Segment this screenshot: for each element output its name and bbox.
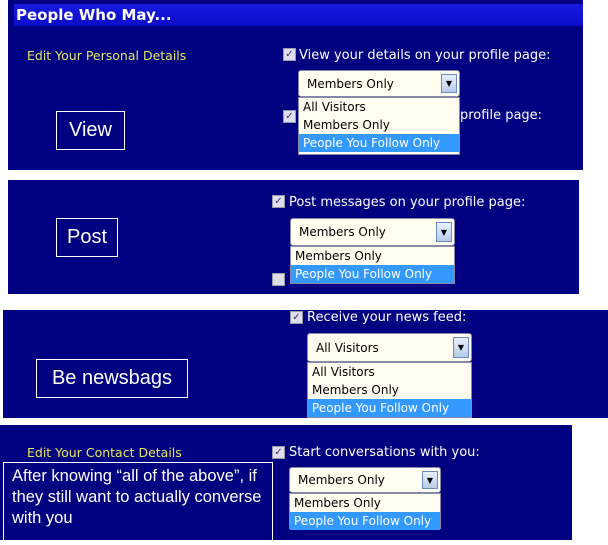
news-feed-checkbox[interactable]: ✓	[290, 311, 303, 324]
panel-post: ✓ Post messages on your profile page: Me…	[8, 180, 579, 294]
panel-view: People Who May... Edit Your Personal Det…	[8, 0, 583, 170]
option-members-only[interactable]: Members Only	[299, 116, 459, 134]
chevron-down-icon[interactable]: ▼	[422, 471, 438, 489]
post-messages-checkbox[interactable]: ✓	[272, 195, 285, 208]
post-messages-label: Post messages on your profile page:	[289, 195, 526, 210]
selected-value: Members Only	[307, 76, 394, 91]
news-feed-label: Receive your news feed:	[307, 310, 467, 325]
note-box: Be newsbags	[36, 359, 188, 398]
second-setting-label: profile page:	[460, 108, 543, 123]
view-details-options: All Visitors Members Only People You Fol…	[298, 97, 460, 155]
view-details-label: View your details on your profile page:	[299, 48, 551, 63]
news-feed-select[interactable]: All Visitors ▼	[307, 333, 472, 362]
panel-newsfeed: ✓ Receive your news feed: All Visitors ▼…	[3, 310, 608, 418]
option-all-visitors[interactable]: All Visitors	[299, 98, 459, 116]
section-header: People Who May...	[14, 4, 583, 26]
second-checkbox[interactable]: ✓	[283, 110, 296, 123]
option-people-you-follow[interactable]: People You Follow Only	[290, 512, 440, 530]
chevron-down-icon[interactable]: ▼	[436, 222, 452, 242]
option-members-only[interactable]: Members Only	[290, 494, 440, 512]
section-title: Edit Your Contact Details	[27, 445, 182, 460]
selected-value: Members Only	[298, 473, 385, 487]
chevron-down-icon[interactable]: ▼	[453, 337, 469, 358]
option-people-you-follow[interactable]: People You Follow Only	[308, 399, 471, 417]
chevron-down-icon[interactable]: ▼	[441, 74, 457, 93]
news-feed-options: All Visitors Members Only People You Fol…	[307, 362, 472, 418]
conversations-checkbox[interactable]: ✓	[272, 446, 285, 459]
view-details-checkbox[interactable]: ✓	[283, 48, 296, 61]
note-box: View	[56, 111, 125, 150]
post-messages-select[interactable]: Members Only ▼	[290, 218, 455, 246]
post-messages-options: Members Only People You Follow Only	[290, 246, 455, 284]
conversations-label: Start conversations with you:	[289, 445, 480, 460]
note-box: Post	[56, 218, 118, 257]
view-details-select[interactable]: Members Only ▼	[298, 70, 460, 97]
next-checkbox[interactable]	[272, 273, 285, 286]
section-title: Edit Your Personal Details	[27, 48, 187, 63]
conversations-options: Members Only People You Follow Only	[289, 493, 441, 530]
selected-value: All Visitors	[316, 340, 379, 355]
note-box: After knowing “all of the above”, if the…	[3, 462, 273, 542]
panel-conversations: Edit Your Contact Details ✓ Start conver…	[0, 425, 572, 542]
option-members-only[interactable]: Members Only	[308, 381, 471, 399]
conversations-select[interactable]: Members Only ▼	[289, 467, 441, 493]
option-people-you-follow[interactable]: People You Follow Only	[299, 134, 459, 152]
option-people-you-follow[interactable]: People You Follow Only	[291, 265, 454, 283]
selected-value: Members Only	[299, 225, 386, 239]
option-all-visitors[interactable]: All Visitors	[308, 363, 471, 381]
option-members-only[interactable]: Members Only	[291, 247, 454, 265]
